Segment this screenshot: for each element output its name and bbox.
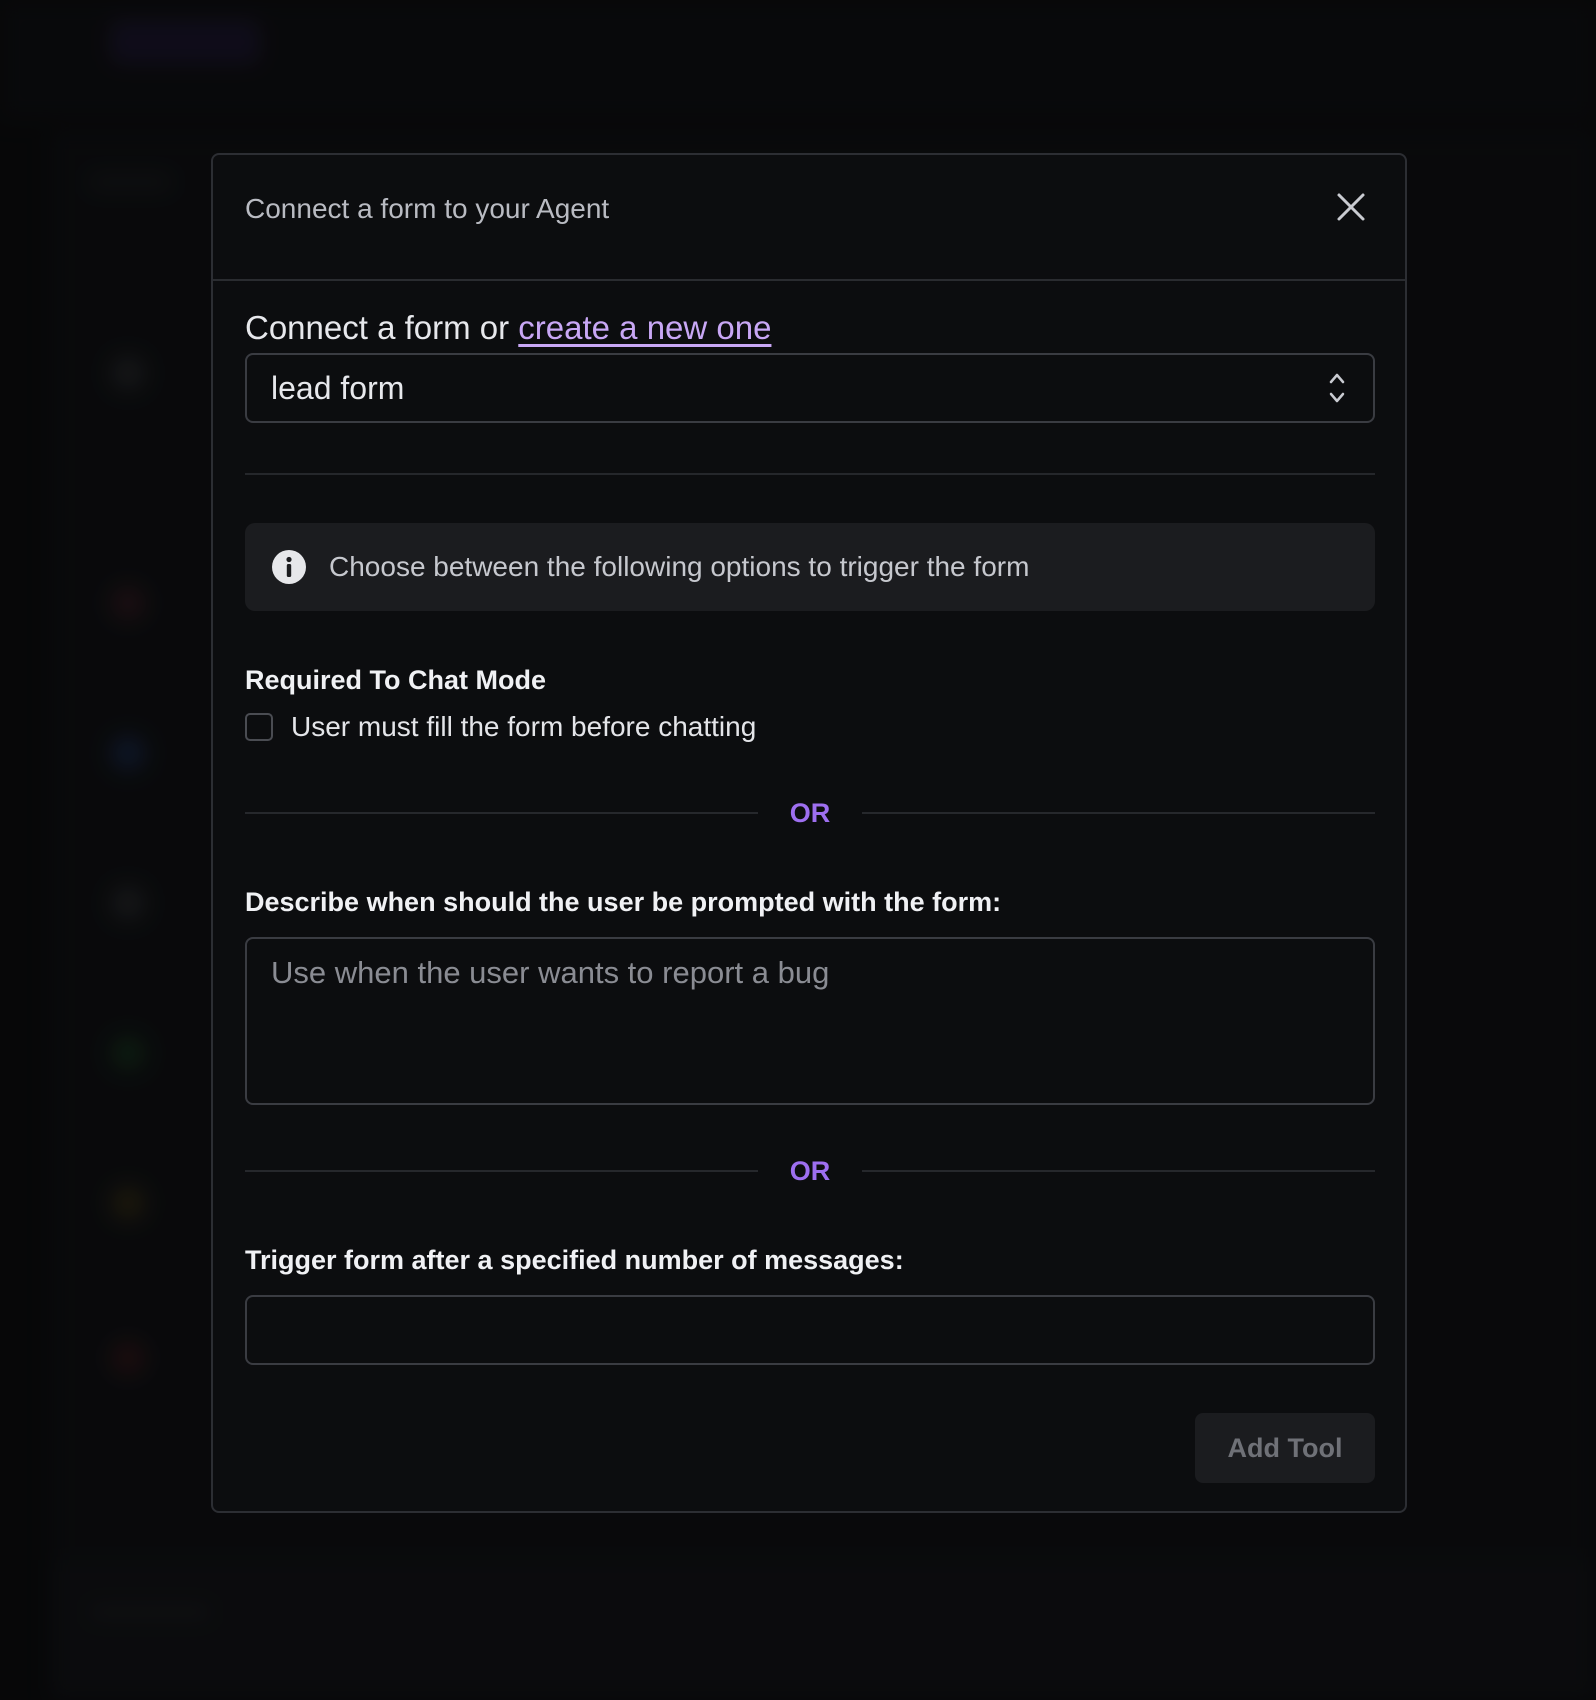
chevron-up-down-icon xyxy=(1329,373,1345,403)
modal-header: Connect a form to your Agent xyxy=(213,155,1405,281)
section-divider xyxy=(245,473,1375,475)
form-select-value: lead form xyxy=(271,369,405,406)
describe-textarea[interactable]: Use when the user wants to report a bug xyxy=(245,937,1375,1105)
describe-placeholder: Use when the user wants to report a bug xyxy=(271,955,830,990)
required-checkbox-label[interactable]: User must fill the form before chatting xyxy=(291,711,756,743)
add-tool-button[interactable]: Add Tool xyxy=(1195,1413,1375,1483)
form-select[interactable]: lead form xyxy=(245,353,1375,423)
info-icon xyxy=(272,550,306,584)
describe-label: Describe when should the user be prompte… xyxy=(245,887,1002,917)
or-line-left xyxy=(245,812,758,814)
close-button[interactable] xyxy=(1327,183,1375,231)
message-count-input[interactable] xyxy=(245,1295,1375,1365)
close-icon xyxy=(1337,193,1365,221)
required-checkbox[interactable] xyxy=(245,713,273,741)
info-banner: Choose between the following options to … xyxy=(245,523,1375,611)
or-line-left xyxy=(245,1170,758,1172)
connect-form-modal: Connect a form to your Agent Connect a f… xyxy=(211,153,1407,1513)
or-text: OR xyxy=(789,797,831,828)
required-mode-label: Required To Chat Mode xyxy=(245,665,546,695)
or-divider: OR xyxy=(245,1151,1375,1191)
required-checkbox-row[interactable]: User must fill the form before chatting xyxy=(245,711,756,743)
info-text: Choose between the following options to … xyxy=(329,551,1030,582)
connect-prefix: Connect a form or xyxy=(245,309,519,346)
or-divider: OR xyxy=(245,793,1375,833)
create-new-form-link[interactable]: create a new one xyxy=(518,309,771,346)
or-line-right xyxy=(862,1170,1375,1172)
connect-form-text: Connect a form or create a new one xyxy=(245,309,771,347)
trigger-label: Trigger form after a specified number of… xyxy=(245,1245,904,1275)
or-line-right xyxy=(862,812,1375,814)
or-text: OR xyxy=(789,1155,831,1186)
modal-title: Connect a form to your Agent xyxy=(245,193,610,224)
